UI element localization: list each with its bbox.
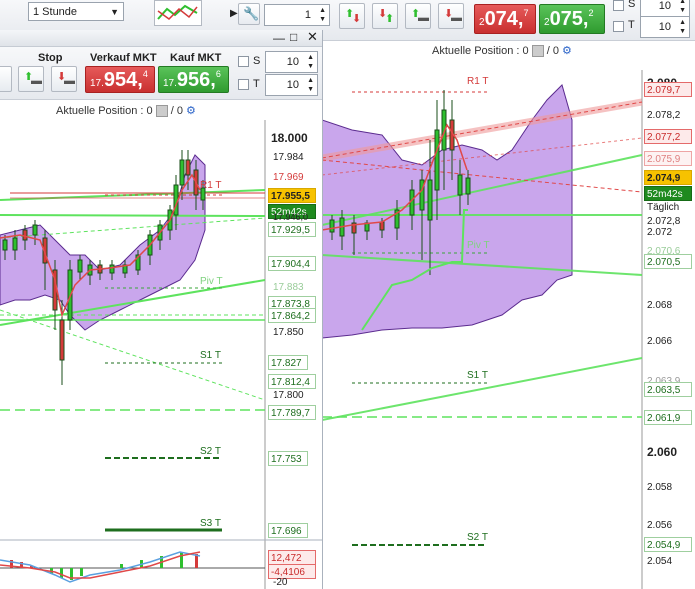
right-position-icon[interactable] (531, 45, 544, 58)
l-tag-17929: 17.929,5 (268, 222, 316, 237)
l-tag-17789: 17.789,7 (268, 405, 316, 420)
left-position-label: Aktuelle Position : 0 / 0 ⚙ (56, 105, 196, 118)
left-order-button-1[interactable] (0, 66, 12, 92)
target-checkbox-label: T (628, 19, 635, 31)
chart-type-button[interactable] (154, 0, 202, 26)
target-stepper-arrows-icon[interactable]: ▲ ▼ (679, 18, 686, 36)
left-stop-arrows-icon[interactable]: ▲ ▼ (307, 53, 314, 71)
left-kauf-label: Kauf MKT (170, 52, 222, 64)
r-axis-2078-2: 2.078,2 (647, 110, 681, 121)
l-tag-s1-price: 17.827 (268, 355, 308, 370)
l-axis-17969: 17.969 (273, 172, 304, 183)
buy-sell-toggle-button-4[interactable]: ⬇ ▬ (438, 3, 464, 29)
wrench-icon: 🔧 (243, 6, 260, 21)
r-axis-2054: 2.054 (647, 556, 673, 567)
l-tag-17812: 17.812,4 (268, 374, 316, 389)
r-tag-s2-price: 2.054,9 (644, 537, 692, 552)
left-bollinger-band (0, 154, 206, 331)
target-distance-stepper[interactable]: 10 ▲ ▼ (640, 16, 690, 38)
l-pivot-s3: S3 T (200, 518, 221, 529)
r-axis-taeglich: Täglich (647, 202, 680, 213)
r-pivot-s1: S1 T (467, 370, 488, 381)
l-tag-s3-price: 17.696 (268, 523, 308, 538)
l-axis-17946: 17.946,0 (273, 212, 309, 222)
play-arrow-icon[interactable]: ▶ (230, 8, 238, 19)
left-stop-checkbox-label: S (253, 55, 261, 67)
left-target-arrows-icon[interactable]: ▲ ▼ (307, 76, 314, 94)
wrench-tool-button[interactable]: 🔧 (238, 3, 260, 25)
quantity-stepper[interactable]: 1 ▲ ▼ (264, 4, 330, 26)
left-stop-stepper[interactable]: 10 ▲ ▼ (265, 51, 318, 73)
r-pivot-piv: Piv T (467, 240, 490, 251)
r-tag-r1-price: 2.079,7 (644, 82, 692, 97)
left-stop-checkbox[interactable] (238, 56, 249, 67)
sell-price-button[interactable]: 2074,7 (474, 4, 536, 34)
left-target-stepper[interactable]: 10 ▲ ▼ (265, 74, 318, 96)
left-sell-market-button[interactable]: 17.954,4 (85, 66, 155, 93)
l-axis-17850: 17.850 (273, 327, 304, 338)
l-macd-value-1: 12,472 (268, 550, 316, 565)
right-chart-area[interactable]: 2.080 2.079,7 2.078,2 2.077,2 2.075,9 2.… (322, 40, 695, 589)
buy-sell-toggle-button-2[interactable]: ⬇ ⬆ (372, 3, 398, 29)
l-tag-17904: 17.904,4 (268, 256, 316, 271)
left-position-icon[interactable] (155, 105, 168, 118)
left-verkauf-label: Verkauf MKT (90, 52, 157, 64)
r-axis-2072: 2.072 (647, 227, 673, 238)
r-axis-2068: 2.068 (647, 300, 673, 311)
l-macd-axis-minus20: -20 (273, 577, 288, 588)
r-tag-2070-5: 2.070,5 (644, 254, 692, 269)
r-pivot-s2: S2 T (467, 532, 488, 543)
l-pivot-r1: R1 T (200, 180, 222, 191)
r-tag-current-price: 2.074,9 (644, 170, 692, 185)
timeframe-select[interactable]: 1 Stunde ▼ (28, 2, 124, 21)
r-tag-2077-2: 2.077,2 (644, 129, 692, 144)
indicator-chart-icon (157, 4, 198, 20)
left-settings-gear-icon[interactable]: ⚙ (186, 105, 196, 117)
r-tag-countdown: 52m42s (644, 186, 692, 201)
l-axis-17883: 17.883 (273, 282, 304, 293)
buy-sell-toggle-button-3[interactable]: ⬆ ▬ (405, 3, 431, 29)
l-pivot-piv: Piv T (200, 276, 223, 287)
left-target-checkbox[interactable] (238, 79, 249, 90)
left-stop-label: Stop (38, 52, 63, 64)
left-chart-area[interactable]: 18.000 17.984 17.969 17.955,5 52m42s 17.… (0, 120, 322, 589)
window-close-icon[interactable]: ✕ (307, 29, 318, 45)
l-tag-17864: 17.864,2 (268, 308, 316, 323)
left-stop-sell-button[interactable]: ⬇ ▬ (51, 66, 77, 92)
stop-distance-stepper[interactable]: 10 ▲ ▼ (640, 0, 690, 17)
stop-stepper-arrows-icon[interactable]: ▲ ▼ (679, 0, 686, 15)
stop-checkbox[interactable] (613, 0, 624, 11)
right-position-label: Aktuelle Position : 0 / 0 ⚙ (432, 45, 572, 58)
right-chart-svg (322, 70, 643, 589)
target-checkbox[interactable] (613, 21, 624, 32)
window-maximize-icon[interactable]: □ (290, 30, 297, 44)
chevron-down-icon: ▼ (110, 7, 119, 17)
r-axis-2066: 2.066 (647, 336, 673, 347)
window-minimize-icon[interactable]: — (273, 31, 285, 45)
r-tag-2075-9: 2.075,9 (644, 151, 692, 166)
l-pivot-s1: S1 T (200, 350, 221, 361)
stepper-arrows-icon[interactable]: ▲ ▼ (319, 6, 326, 24)
r-tag-2061-9: 2.061,9 (644, 410, 692, 425)
right-settings-gear-icon[interactable]: ⚙ (562, 45, 572, 57)
left-target-checkbox-label: T (253, 78, 260, 90)
r-axis-2072-8: 2.072,8 (647, 216, 681, 227)
r-axis-2060: 2.060 (647, 445, 678, 459)
stop-checkbox-label: S (628, 0, 636, 10)
r-tag-s1-price: 2.063,5 (644, 382, 692, 397)
l-axis-17984: 17.984 (273, 152, 304, 163)
l-tag-current-price: 17.955,5 (268, 188, 316, 203)
r-axis-2058: 2.058 (647, 482, 673, 493)
buy-sell-toggle-button-1[interactable]: ⬆ ⬇ (339, 3, 365, 29)
l-pivot-s2: S2 T (200, 446, 221, 457)
r-axis-2056: 2.056 (647, 520, 673, 531)
left-stop-buy-button[interactable]: ⬆ ▬ (18, 66, 44, 92)
l-axis-17800: 17.800 (273, 390, 304, 401)
l-tag-s2-price: 17.753 (268, 451, 308, 466)
l-axis-18000: 18.000 (271, 131, 308, 145)
left-buy-market-button[interactable]: 17.956,6 (158, 66, 229, 93)
buy-price-button[interactable]: 2075,2 (539, 4, 605, 34)
r-pivot-r1: R1 T (467, 76, 489, 87)
